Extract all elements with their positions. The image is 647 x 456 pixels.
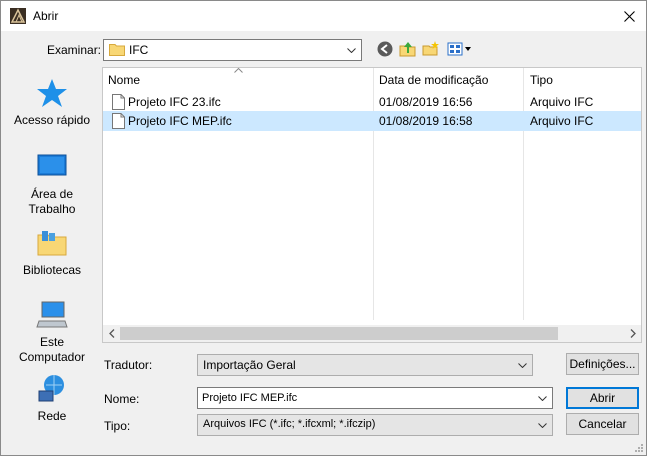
close-button[interactable] — [612, 1, 646, 31]
filename-label: Nome: — [104, 392, 140, 406]
file-row-selected[interactable]: Projeto IFC MEP.ifc 01/08/2019 16:58 Arq… — [103, 111, 641, 131]
place-label: Este Computador — [18, 335, 86, 364]
column-header-date[interactable]: Data de modificação — [379, 73, 488, 87]
filename-input[interactable] — [197, 387, 553, 409]
cancel-button[interactable]: Cancelar — [566, 413, 639, 435]
file-type: Arquivo IFC — [530, 114, 594, 128]
translator-label: Tradutor: — [104, 358, 153, 372]
file-date: 01/08/2019 16:56 — [379, 95, 473, 109]
filetype-label: Tipo: — [104, 419, 131, 433]
place-this-pc[interactable]: Este Computador — [9, 299, 95, 365]
file-name: Projeto IFC MEP.ifc — [128, 114, 232, 128]
place-label: Bibliotecas — [22, 263, 82, 277]
lookin-label: Examinar: — [47, 43, 102, 57]
file-row[interactable]: Projeto IFC 23.ifc 01/08/2019 16:56 Arqu… — [103, 92, 641, 112]
back-arrow-icon — [377, 41, 393, 57]
place-network[interactable]: Rede — [9, 373, 95, 424]
new-folder-button[interactable] — [422, 40, 442, 58]
this-pc-icon — [36, 299, 68, 331]
column-header-type[interactable]: Tipo — [530, 73, 553, 87]
back-button[interactable] — [376, 40, 396, 58]
place-desktop[interactable]: Área de Trabalho — [9, 151, 95, 217]
place-label: Rede — [37, 409, 67, 423]
place-label: Área de Trabalho — [28, 187, 76, 216]
filename-dropdown[interactable] — [532, 387, 553, 409]
file-type: Arquivo IFC — [530, 95, 594, 109]
network-icon — [36, 373, 68, 405]
file-list-header: Nome Data de modificação Tipo — [103, 68, 641, 92]
file-name: Projeto IFC 23.ifc — [128, 95, 221, 109]
desktop-icon — [36, 151, 68, 183]
place-label: Acesso rápido — [13, 113, 91, 127]
view-menu-button[interactable] — [447, 40, 473, 58]
file-icon — [112, 94, 125, 110]
file-icon — [112, 113, 125, 129]
open-button[interactable]: Abrir — [566, 387, 639, 409]
lookin-value: IFC — [129, 43, 149, 57]
translator-value: Importação Geral — [203, 358, 296, 372]
quick-access-star-icon — [36, 77, 68, 109]
sort-ascending-icon — [234, 68, 243, 73]
filetype-combobox[interactable]: Arquivos IFC (*.ifc; *.ifcxml; *.ifczip) — [197, 414, 553, 436]
title-bar[interactable]: Abrir — [1, 1, 646, 31]
place-quick-access[interactable]: Acesso rápido — [9, 77, 95, 128]
scroll-right-icon[interactable] — [624, 325, 641, 342]
lookin-combobox[interactable]: IFC — [103, 39, 362, 61]
place-libraries[interactable]: Bibliotecas — [9, 227, 95, 278]
up-folder-button[interactable] — [399, 40, 419, 58]
up-folder-icon — [399, 42, 416, 57]
places-bar: Acesso rápido Área de Trabalho Bibliotec… — [9, 67, 95, 429]
window-title: Abrir — [33, 9, 59, 23]
view-menu-icon — [447, 42, 471, 56]
close-icon — [623, 10, 635, 22]
chevron-down-icon[interactable] — [532, 415, 552, 435]
libraries-icon — [36, 227, 68, 259]
chevron-down-icon[interactable] — [341, 40, 361, 60]
horizontal-scrollbar[interactable] — [103, 325, 641, 342]
file-date: 01/08/2019 16:58 — [379, 114, 473, 128]
app-logo-icon — [10, 8, 26, 24]
file-list[interactable]: Nome Data de modificação Tipo Projeto IF… — [102, 67, 642, 343]
column-header-name[interactable]: Nome — [108, 73, 140, 87]
scroll-left-icon[interactable] — [103, 325, 120, 342]
settings-button[interactable]: Definições... — [566, 353, 639, 375]
new-folder-icon — [422, 41, 439, 56]
folder-icon — [109, 43, 125, 56]
filetype-value: Arquivos IFC (*.ifc; *.ifcxml; *.ifczip) — [203, 418, 376, 430]
open-file-dialog: Abrir Examinar: IFC Acesso rápido Área d… — [0, 0, 647, 456]
chevron-down-icon[interactable] — [512, 355, 532, 375]
translator-combobox[interactable]: Importação Geral — [197, 354, 533, 376]
scrollbar-thumb[interactable] — [120, 327, 558, 340]
resize-grip-icon[interactable] — [634, 443, 644, 453]
chevron-down-icon[interactable] — [532, 388, 552, 408]
